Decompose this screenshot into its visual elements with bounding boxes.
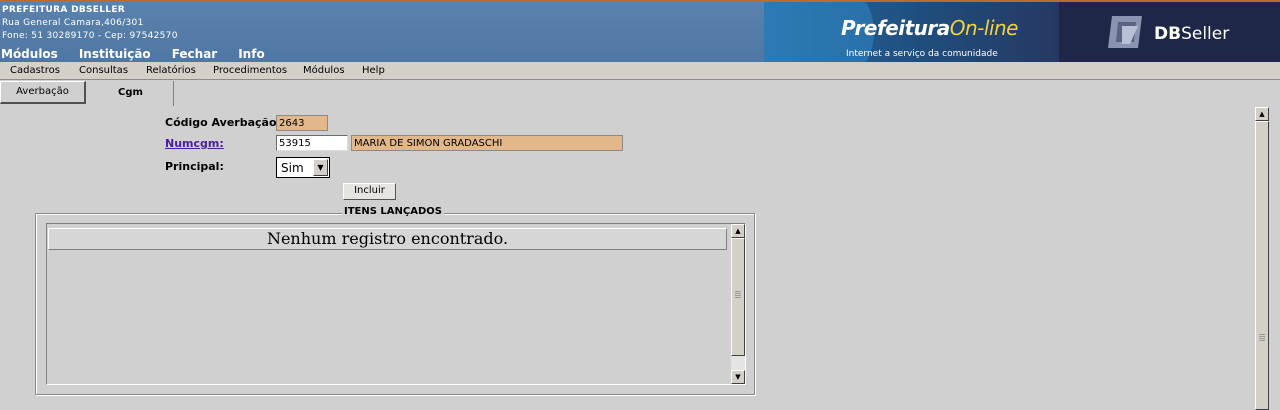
page-grip-icon	[1259, 334, 1265, 342]
top-menu: Módulos Instituição Fechar Info	[0, 47, 286, 61]
menu-help[interactable]: Help	[362, 65, 385, 76]
top-menu-fechar[interactable]: Fechar	[172, 47, 218, 61]
principal-select[interactable]: Sim ▼	[276, 157, 330, 178]
institution-name: PREFEITURA DBSELLER	[2, 5, 126, 15]
empty-message: Nenhum registro encontrado.	[48, 228, 727, 250]
page-scroll-thumb[interactable]	[1255, 121, 1269, 410]
menu-consultas[interactable]: Consultas	[79, 65, 128, 76]
itens-legend: ITENS LANÇADOS	[342, 206, 444, 217]
scroll-up-icon[interactable]: ▲	[731, 224, 745, 238]
tab-cgm[interactable]: Cgm	[88, 81, 174, 106]
incluir-button[interactable]: Incluir	[343, 183, 396, 200]
codigo-averbacao-field: 2643	[276, 115, 328, 131]
page-scroll-up-icon[interactable]: ▲	[1255, 107, 1269, 121]
grip-icon	[735, 291, 741, 299]
top-menu-info[interactable]: Info	[238, 47, 264, 61]
menu-modulos[interactable]: Módulos	[303, 65, 345, 76]
principal-label: Principal:	[165, 160, 224, 173]
institution-contact: Fone: 51 30289170 - Cep: 97542570	[2, 31, 178, 41]
principal-select-value: Sim	[281, 161, 304, 175]
numcgm-link[interactable]: Numcgm:	[165, 137, 224, 150]
institution-info: PREFEITURA DBSELLER Rua General Camara,4…	[2, 4, 178, 43]
numcgm-input[interactable]: 53915	[276, 135, 348, 151]
scroll-thumb[interactable]	[731, 238, 745, 356]
scroll-down-icon[interactable]: ▼	[731, 370, 745, 384]
header-banner: PREFEITURA DBSELLER Rua General Camara,4…	[0, 0, 1280, 62]
dbseller-logo-text: DBSeller	[1154, 24, 1230, 44]
tab-averbacao[interactable]: Averbação	[0, 81, 86, 104]
institution-address: Rua General Camara,406/301	[2, 18, 144, 28]
prefeitura-online-logo: PrefeituraOn-line	[841, 16, 1018, 40]
top-menu-instituicao[interactable]: Instituição	[79, 47, 151, 61]
dbseller-logo-icon	[1108, 16, 1142, 48]
brand-subtitle: Internet a serviço da comunidade	[846, 49, 998, 59]
chevron-down-icon[interactable]: ▼	[313, 159, 328, 176]
grid-scrollbar[interactable]: ▲ ▼	[731, 224, 745, 384]
menu-relatorios[interactable]: Relatórios	[146, 65, 196, 76]
menu-cadastros[interactable]: Cadastros	[10, 65, 60, 76]
codigo-averbacao-label: Código Averbação:	[165, 116, 281, 129]
top-menu-modulos[interactable]: Módulos	[1, 47, 58, 61]
cgm-name-field: MARIA DE SIMON GRADASCHI	[351, 135, 623, 151]
menu-procedimentos[interactable]: Procedimentos	[213, 65, 287, 76]
menu-bar: Cadastros Consultas Relatórios Procedime…	[0, 62, 1280, 80]
page-scrollbar[interactable]: ▲	[1255, 107, 1269, 410]
brand-area: PrefeituraOn-line Internet a serviço da …	[764, 2, 1280, 62]
